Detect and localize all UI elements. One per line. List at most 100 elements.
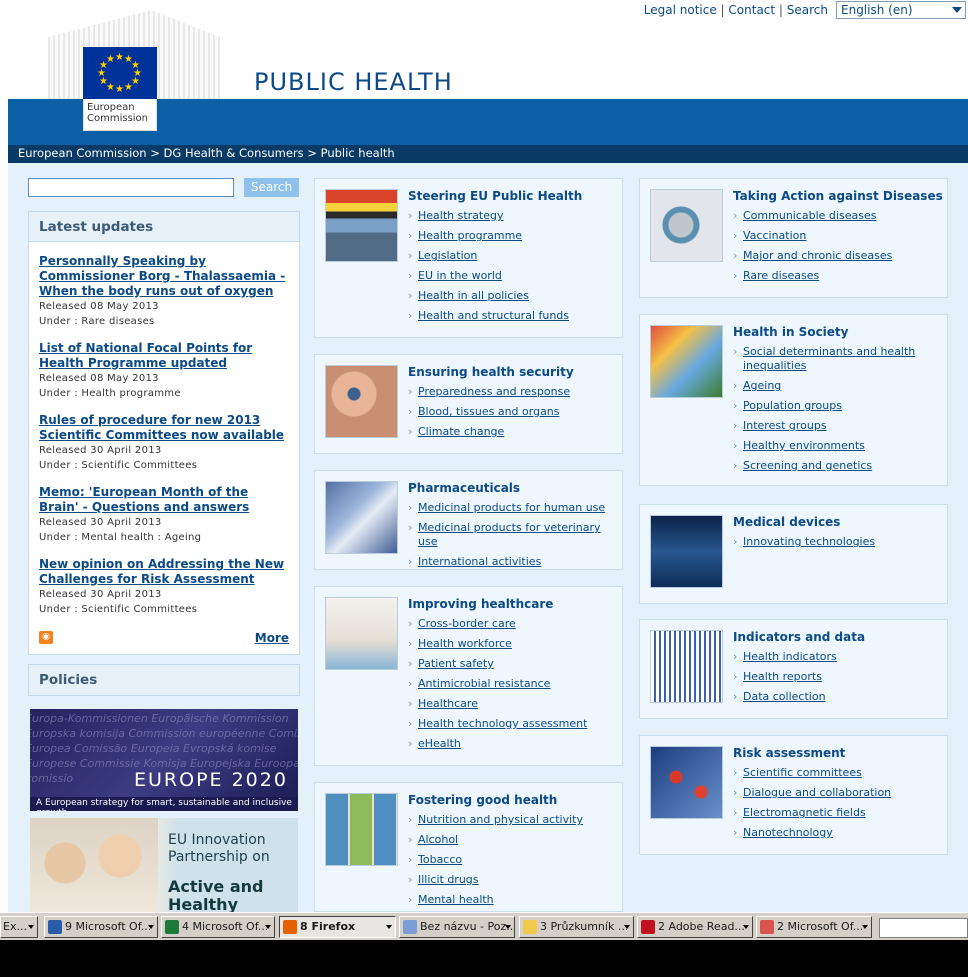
card-link[interactable]: Antimicrobial resistance	[418, 677, 550, 690]
search-button[interactable]: Search	[244, 178, 299, 197]
card-link[interactable]: Climate change	[418, 425, 504, 438]
card-thumbnail-image[interactable]	[650, 515, 723, 588]
taskbar-button[interactable]: 2 Microsoft Of...	[756, 916, 872, 938]
card-link[interactable]: Nutrition and physical activity	[418, 813, 583, 826]
card-thumbnail-image[interactable]	[325, 793, 398, 866]
card-link[interactable]: Medicinal products for veterinary use	[418, 521, 601, 548]
card-thumbnail-image[interactable]	[650, 630, 723, 703]
breadcrumb[interactable]: European Commission > DG Health & Consum…	[8, 145, 968, 163]
card-link[interactable]: Innovating technologies	[743, 535, 875, 548]
card-link[interactable]: Medicinal products for human use	[418, 501, 605, 514]
legal-notice-link[interactable]: Legal notice	[644, 3, 717, 17]
card-title[interactable]: Improving healthcare	[408, 597, 553, 611]
search-link[interactable]: Search	[787, 3, 828, 17]
card-link[interactable]: Health indicators	[743, 650, 837, 663]
taskbar-button[interactable]: 3 Průzkumník ...	[519, 916, 634, 938]
card-thumbnail-image[interactable]	[325, 189, 398, 262]
card-title[interactable]: Taking Action against Diseases	[733, 189, 943, 203]
card-title[interactable]: Pharmaceuticals	[408, 481, 520, 495]
card-title[interactable]: Health in Society	[733, 325, 849, 339]
card-link[interactable]: Preparedness and response	[418, 385, 570, 398]
site-header: Legal notice | Contact | Search English …	[0, 0, 968, 100]
card-link[interactable]: Health and structural funds	[418, 309, 569, 322]
card-link[interactable]: Healthy environments	[743, 439, 865, 452]
taskbar-label: Ex...	[3, 920, 27, 933]
card-link[interactable]: Health technology assessment	[418, 717, 587, 730]
card-link[interactable]: Blood, tissues and organs	[418, 405, 560, 418]
card-thumbnail-image[interactable]	[650, 189, 723, 262]
card-link[interactable]: Healthcare	[418, 697, 478, 710]
card-link[interactable]: Ageing	[743, 379, 781, 392]
card-link[interactable]: Cross-border care	[418, 617, 516, 630]
card-link[interactable]: International activities	[418, 555, 541, 568]
card-link[interactable]: Electromagnetic fields	[743, 806, 866, 819]
card-title[interactable]: Ensuring health security	[408, 365, 574, 379]
card-link[interactable]: Rare diseases	[743, 269, 819, 282]
card-title[interactable]: Fostering good health	[408, 793, 557, 807]
news-title-link[interactable]: New opinion on Addressing the New Challe…	[39, 557, 289, 587]
card-link[interactable]: Tobacco	[418, 853, 462, 866]
card-link[interactable]: Data collection	[743, 690, 826, 703]
card-link[interactable]: Social determinants and health inequalit…	[743, 345, 915, 372]
card-link[interactable]: EU in the world	[418, 269, 502, 282]
europe-2020-banner[interactable]: Europa-Kommissionen Europäische Kommissi…	[30, 709, 298, 811]
card-title[interactable]: Risk assessment	[733, 746, 845, 760]
card-link[interactable]: Alcohol	[418, 833, 458, 846]
policies-panel[interactable]: Policies	[28, 664, 300, 696]
card-link-item: Antimicrobial resistance	[408, 677, 614, 691]
card-link[interactable]: Health reports	[743, 670, 822, 683]
eip-ageing-banner[interactable]: EU Innovation Partnership on Active and …	[30, 818, 298, 912]
taskbar-button[interactable]: 2 Adobe Read...	[637, 916, 753, 938]
language-select[interactable]: English (en)	[836, 1, 966, 19]
more-link[interactable]: More	[255, 631, 289, 645]
taskbar-button[interactable]: 4 Microsoft Of...	[161, 916, 275, 938]
site-title: PUBLIC HEALTH	[254, 68, 453, 96]
card-link[interactable]: Health strategy	[418, 209, 504, 222]
news-title-link[interactable]: Personnally Speaking by Commissioner Bor…	[39, 254, 289, 299]
card-link[interactable]: Legislation	[418, 249, 477, 262]
card-link[interactable]: Mental health	[418, 893, 494, 906]
logo-label: European Commission	[83, 99, 157, 131]
card-link-item: Medicinal products for veterinary use	[408, 521, 614, 549]
taskbar-button[interactable]: Ex...	[0, 916, 38, 938]
card-thumbnail-image[interactable]	[325, 597, 398, 670]
card-link[interactable]: Interest groups	[743, 419, 827, 432]
card-link[interactable]: Population groups	[743, 399, 842, 412]
card-thumbnail-image[interactable]	[650, 746, 723, 819]
news-title-link[interactable]: Memo: 'European Month of the Brain' - Qu…	[39, 485, 289, 515]
card-link[interactable]: eHealth	[418, 737, 461, 750]
card-title[interactable]: Indicators and data	[733, 630, 865, 644]
card-thumbnail-image[interactable]	[325, 481, 398, 554]
card-link[interactable]: Health programme	[418, 229, 522, 242]
contact-link[interactable]: Contact	[728, 3, 775, 17]
card-link[interactable]: Health in all policies	[418, 289, 529, 302]
card-thumbnail-image[interactable]	[650, 325, 723, 398]
card-thumbnail-image[interactable]	[325, 365, 398, 438]
card-link-list: Innovating technologies	[733, 535, 939, 555]
eu-flag-logo[interactable]: ★ ★ ★ ★ ★ ★ ★ ★ ★ ★ ★ ★	[83, 47, 157, 99]
card-link[interactable]: Screening and genetics	[743, 459, 872, 472]
card-link[interactable]: Health workforce	[418, 637, 512, 650]
card-link-item: Health technology assessment	[408, 717, 614, 731]
card-link[interactable]: Nanotechnology	[743, 826, 833, 839]
folder-icon	[523, 920, 537, 934]
card-link[interactable]: Illicit drugs	[418, 873, 479, 886]
news-title-link[interactable]: Rules of procedure for new 2013 Scientif…	[39, 413, 289, 443]
card-link[interactable]: Scientific committees	[743, 766, 862, 779]
taskbar-address-input[interactable]	[879, 918, 968, 938]
card-link[interactable]: Communicable diseases	[743, 209, 876, 222]
card-link[interactable]: Dialogue and collaboration	[743, 786, 891, 799]
card-link[interactable]: Major and chronic diseases	[743, 249, 892, 262]
search-input[interactable]	[28, 178, 234, 197]
word-icon	[48, 920, 62, 934]
card-title[interactable]: Medical devices	[733, 515, 840, 529]
card-link[interactable]: Vaccination	[743, 229, 806, 242]
news-title-link[interactable]: List of National Focal Points for Health…	[39, 341, 289, 371]
card-title[interactable]: Steering EU Public Health	[408, 189, 582, 203]
taskbar-button[interactable]: Bez názvu - Poz...	[399, 916, 515, 938]
card-link[interactable]: Patient safety	[418, 657, 494, 670]
policy-card: Pharmaceuticals Medicinal products for hu…	[314, 470, 623, 570]
rss-icon[interactable]: ◉	[39, 631, 53, 644]
taskbar-button[interactable]: 9 Microsoft Of...	[44, 916, 158, 938]
taskbar-button[interactable]: 8 Firefox	[279, 916, 396, 938]
